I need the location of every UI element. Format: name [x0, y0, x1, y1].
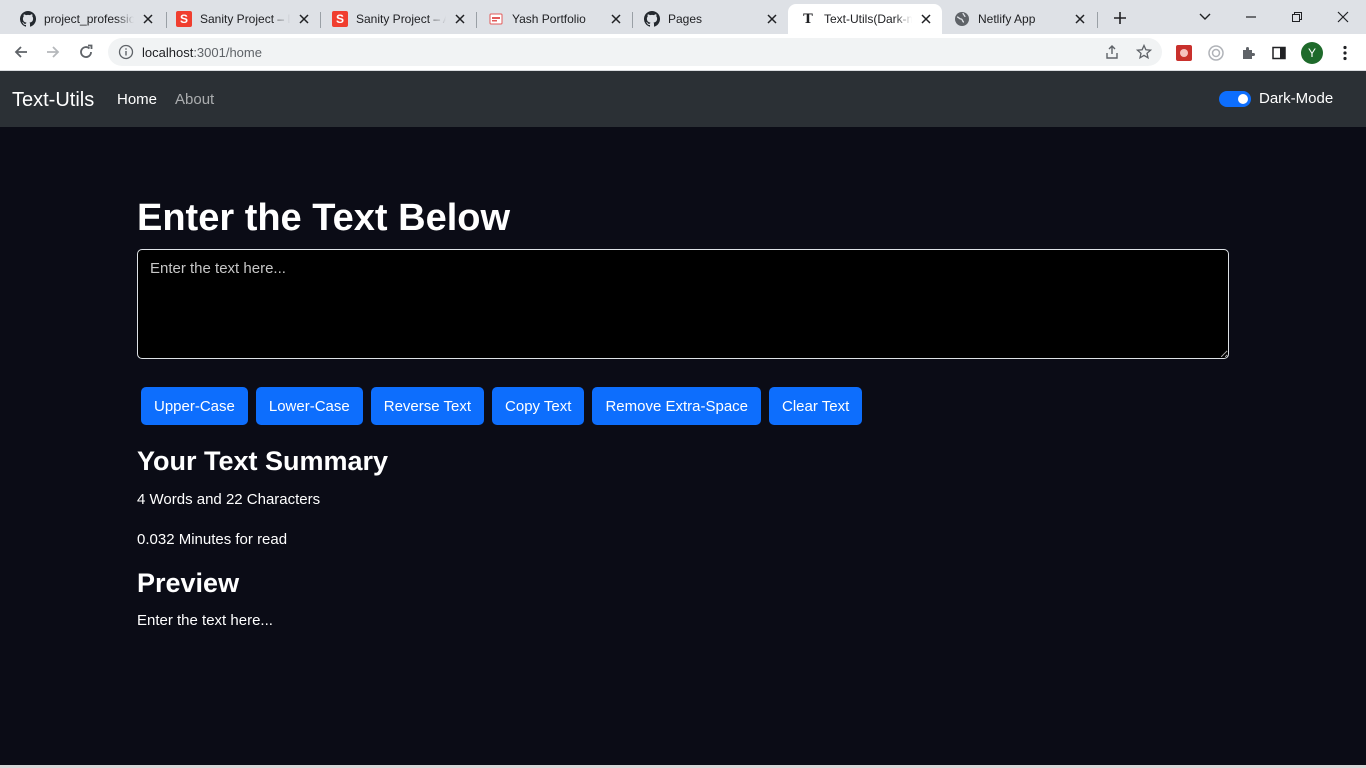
close-icon [1337, 11, 1349, 23]
browser-tab-2[interactable]: S Sanity Project – D [164, 4, 320, 34]
preview-text: Enter the text here... [137, 612, 273, 629]
reverse-text-button[interactable]: Reverse Text [370, 387, 485, 425]
upper-case-button[interactable]: Upper-Case [141, 387, 248, 425]
dark-mode-toggle[interactable] [1219, 91, 1251, 107]
text-input[interactable] [137, 249, 1229, 359]
browser-tab-7[interactable]: Netlify App [942, 4, 1096, 34]
forward-button[interactable] [40, 39, 66, 65]
browser-tab-strip: project_professio S Sanity Project – D S… [0, 0, 1366, 34]
browser-tab-3[interactable]: S Sanity Project – A [320, 4, 476, 34]
back-button[interactable] [8, 39, 34, 65]
tab-title: Yash Portfolio [512, 12, 586, 26]
reload-button[interactable] [73, 39, 99, 65]
extension-target-icon[interactable] [1207, 44, 1225, 62]
close-icon[interactable] [764, 11, 780, 27]
tab-title: Pages [668, 12, 703, 26]
nav-link-about[interactable]: About [175, 91, 214, 108]
restore-button[interactable] [1274, 0, 1320, 34]
globe-icon [954, 11, 970, 27]
tab-search-button[interactable] [1182, 0, 1228, 34]
side-panel-icon[interactable] [1270, 44, 1288, 62]
star-icon[interactable] [1136, 44, 1152, 60]
action-buttons: Upper-Case Lower-Case Reverse Text Copy … [141, 387, 863, 425]
summary-heading: Your Text Summary [137, 446, 389, 476]
avatar[interactable]: Y [1301, 42, 1323, 64]
extension-red-icon[interactable] [1175, 44, 1193, 62]
minimize-button[interactable] [1228, 0, 1274, 34]
minimize-icon [1246, 16, 1256, 18]
pdf-icon [488, 11, 504, 27]
kebab-menu-icon[interactable] [1336, 44, 1354, 62]
brand-link[interactable]: Text-Utils [12, 89, 94, 112]
page-title: Enter the Text Below [137, 197, 511, 239]
close-icon[interactable] [452, 11, 468, 27]
lower-case-button[interactable]: Lower-Case [255, 387, 363, 425]
tab-title: Sanity Project – D [200, 12, 290, 26]
arrow-right-icon [47, 46, 60, 58]
close-icon[interactable] [296, 11, 312, 27]
chevron-down-icon [1199, 13, 1211, 20]
tab-title: Text-Utils(Dark-m [824, 12, 912, 26]
browser-tab-5[interactable]: Pages [632, 4, 788, 34]
tab-title: Netlify App [978, 12, 1036, 26]
dark-mode-label: Dark-Mode [1259, 90, 1334, 107]
nav-link-home[interactable]: Home [117, 91, 157, 108]
close-icon[interactable] [608, 11, 624, 27]
browser-tab-6-active[interactable]: T Text-Utils(Dark-m [788, 4, 942, 34]
clear-text-button[interactable]: Clear Text [769, 387, 863, 425]
word-char-count: 4 Words and 22 Characters [137, 491, 321, 508]
arrow-left-icon [14, 46, 27, 58]
reload-icon [80, 44, 93, 58]
browser-tab-1[interactable]: project_professio [8, 4, 164, 34]
browser-tab-4[interactable]: Yash Portfolio [476, 4, 632, 34]
sanity-icon: S [176, 11, 192, 27]
close-icon[interactable] [140, 11, 156, 27]
github-icon [20, 11, 36, 27]
plus-icon [1114, 12, 1126, 24]
sanity-icon: S [332, 11, 348, 27]
read-time: 0.032 Minutes for read [137, 531, 288, 548]
toggle-knob [1238, 94, 1248, 104]
close-icon[interactable] [918, 11, 934, 27]
restore-icon [1292, 12, 1302, 22]
browser-toolbar: localhost:3001/home Y [0, 34, 1366, 71]
close-icon[interactable] [1072, 11, 1088, 27]
app-navbar: Text-Utils Home About Dark-Mode [0, 71, 1366, 127]
close-window-button[interactable] [1320, 0, 1366, 34]
puzzle-icon[interactable] [1239, 44, 1257, 62]
preview-heading: Preview [137, 568, 240, 598]
tab-title: Sanity Project – A [356, 12, 446, 26]
info-icon[interactable] [118, 44, 134, 60]
copy-text-button[interactable]: Copy Text [492, 387, 585, 425]
remove-extra-space-button[interactable]: Remove Extra-Space [592, 387, 762, 425]
url-text: localhost:3001/home [142, 45, 262, 60]
new-tab-button[interactable] [1108, 6, 1132, 30]
github-icon [644, 11, 660, 27]
address-bar[interactable]: localhost:3001/home [108, 38, 1162, 66]
share-icon[interactable] [1104, 44, 1120, 60]
tab-title: project_professio [44, 12, 134, 26]
t-icon: T [803, 11, 813, 27]
tab-separator [1097, 12, 1098, 28]
